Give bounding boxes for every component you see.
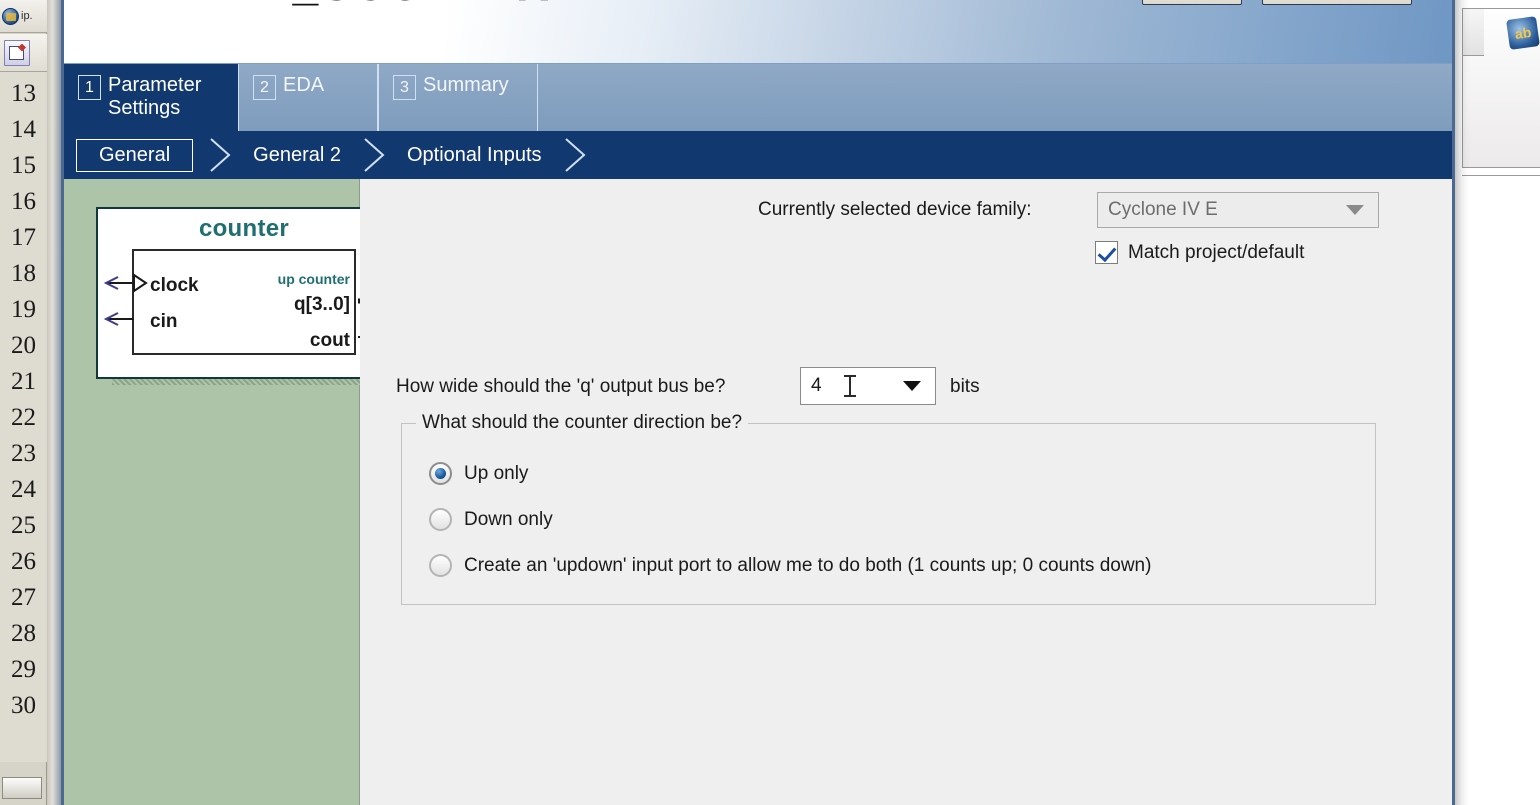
- symbol-preview-pane: counter clock cin up counter q[3..0] cou…: [64, 179, 408, 805]
- dialog-title: LPM_COUNTER: [194, 0, 550, 11]
- line-number: 14: [11, 116, 36, 143]
- line-number: 29: [11, 656, 36, 683]
- line-number: 21: [11, 368, 36, 395]
- editor-line-number-gutter: 13 14 15 16 17 18 19 20 21 22 23 24 25 2…: [0, 72, 47, 762]
- radio-label-down-only: Down only: [464, 508, 553, 530]
- symbol-wires: [103, 273, 391, 344]
- radio-label-up-only: Up only: [464, 462, 529, 484]
- line-number: 28: [11, 620, 36, 647]
- tab-label: Parameter Settings: [108, 74, 202, 119]
- radio-row-down-only[interactable]: Down only: [429, 508, 553, 531]
- line-number: 17: [11, 224, 36, 251]
- header-button-1[interactable]: [1142, 0, 1242, 5]
- tab-label: Summary: [423, 74, 509, 96]
- tab-number: 3: [393, 75, 416, 100]
- radio-row-up-only[interactable]: Up only: [429, 462, 528, 485]
- ide-right-divider: [1462, 175, 1540, 176]
- globe-icon: [2, 7, 19, 25]
- megawizard-dialog: LPM_COUNTER 1 Parameter Settings 2 EDA 3…: [61, 0, 1455, 805]
- chevron-down-icon: [1346, 205, 1364, 215]
- ide-tab-label: ip.: [21, 10, 33, 22]
- chevron-right-icon: [210, 138, 231, 172]
- tab-summary[interactable]: 3 Summary: [378, 64, 538, 131]
- counter-symbol: counter clock cin up counter q[3..0] cou…: [96, 207, 392, 379]
- counter-direction-groupbox: What should the counter direction be? Up…: [401, 412, 1376, 605]
- tab-eda[interactable]: 2 EDA: [238, 64, 378, 131]
- line-number: 30: [11, 692, 36, 719]
- radio-down-only[interactable]: [429, 508, 452, 531]
- abc-sphere-icon[interactable]: ab: [1506, 16, 1540, 50]
- line-number: 27: [11, 584, 36, 611]
- tab-number: 1: [78, 75, 101, 100]
- text-cursor-icon: [844, 375, 856, 397]
- ide-vertical-separator: [47, 0, 61, 805]
- device-family-label: Currently selected device family:: [758, 199, 1032, 220]
- device-family-value: Cyclone IV E: [1108, 199, 1218, 220]
- bits-unit-label: bits: [950, 376, 980, 397]
- breadcrumb-general-2[interactable]: General 2: [243, 144, 351, 167]
- line-number: 18: [11, 260, 36, 287]
- line-number: 13: [11, 80, 36, 107]
- chevron-right-icon: [364, 138, 385, 172]
- dialog-header: LPM_COUNTER: [64, 0, 1452, 63]
- tab-row-filler: [538, 64, 1452, 131]
- breadcrumb-optional-inputs[interactable]: Optional Inputs: [397, 144, 552, 167]
- match-project-checkbox-row[interactable]: Match project/default: [1095, 241, 1304, 264]
- radio-row-updown[interactable]: Create an 'updown' input port to allow m…: [429, 554, 1151, 577]
- editor-scroll-button[interactable]: [2, 777, 42, 799]
- line-number: 19: [11, 296, 36, 323]
- ide-right-panel-tab[interactable]: [1462, 8, 1484, 56]
- line-number: 22: [11, 404, 36, 431]
- ide-toolbar[interactable]: [0, 34, 47, 72]
- radio-up-only[interactable]: [429, 462, 452, 485]
- match-project-checkbox[interactable]: [1095, 241, 1118, 264]
- chip-icon: [132, 0, 178, 5]
- tab-label: EDA: [283, 74, 325, 96]
- line-number: 23: [11, 440, 36, 467]
- device-family-dropdown[interactable]: Cyclone IV E: [1097, 192, 1379, 228]
- line-number: 16: [11, 188, 36, 215]
- line-number: 24: [11, 476, 36, 503]
- dialog-body: counter clock cin up counter q[3..0] cou…: [64, 179, 1452, 805]
- symbol-wrapper: counter clock cin up counter q[3..0] cou…: [96, 207, 408, 385]
- wizard-tab-row: 1 Parameter Settings 2 EDA 3 Summary: [64, 63, 1452, 131]
- tab-number: 2: [253, 75, 276, 100]
- bus-width-value: 4: [811, 375, 822, 396]
- match-project-label: Match project/default: [1128, 241, 1305, 263]
- line-number: 25: [11, 512, 36, 539]
- radio-label-updown: Create an 'updown' input port to allow m…: [464, 554, 1152, 576]
- radio-updown[interactable]: [429, 554, 452, 577]
- tab-parameter-settings[interactable]: 1 Parameter Settings: [64, 64, 238, 131]
- counter-direction-title: What should the counter direction be?: [416, 412, 749, 434]
- new-block-symbol-icon[interactable]: [4, 39, 30, 66]
- line-number: 20: [11, 332, 36, 359]
- bus-width-label: How wide should the 'q' output bus be?: [396, 376, 726, 397]
- chevron-down-icon: [903, 381, 921, 391]
- line-number: 15: [11, 152, 36, 179]
- breadcrumb-general[interactable]: General: [76, 138, 194, 172]
- bus-width-combobox[interactable]: 4: [800, 367, 936, 405]
- header-button-2[interactable]: [1262, 0, 1412, 5]
- parameter-form: Currently selected device family: Cyclon…: [360, 179, 1452, 805]
- ide-document-tabstrip[interactable]: ip.: [0, 0, 47, 33]
- chevron-right-icon: [564, 138, 586, 172]
- line-number: 26: [11, 548, 36, 575]
- breadcrumb: General General 2 Optional Inputs: [64, 131, 1452, 179]
